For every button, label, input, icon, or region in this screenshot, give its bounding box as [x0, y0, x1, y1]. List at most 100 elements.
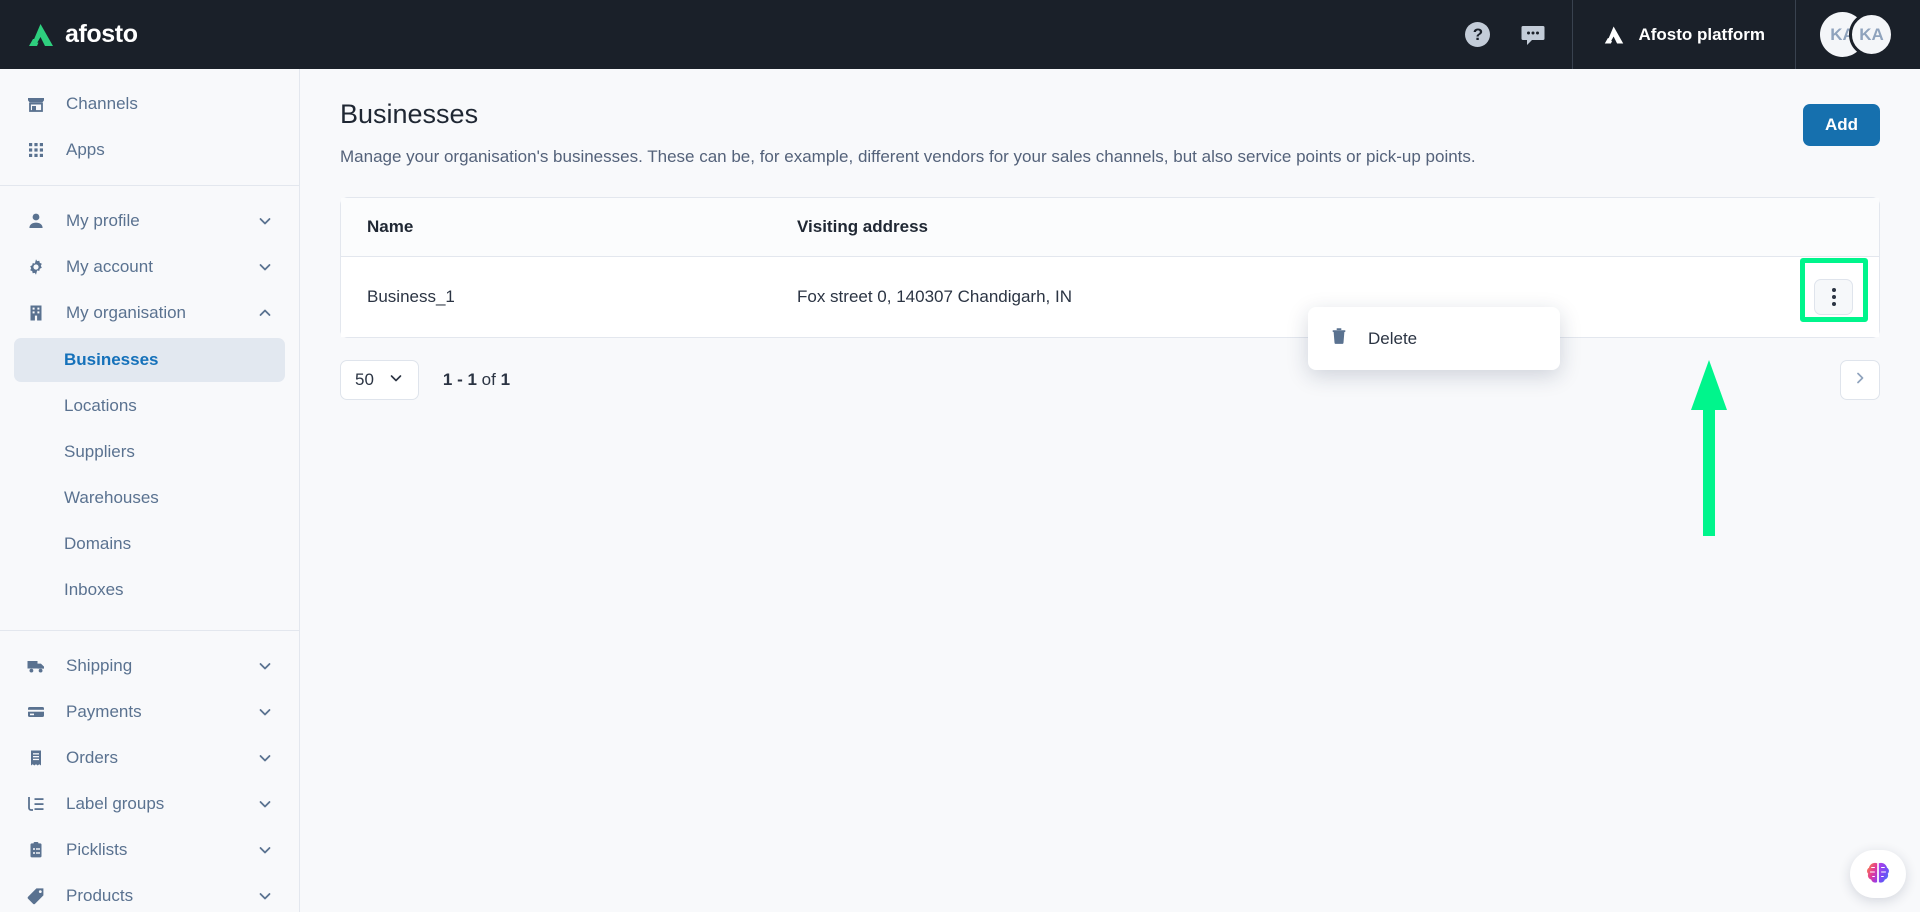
sidebar-item-picklists[interactable]: Picklists [14, 827, 285, 873]
column-header-address: Visiting address [771, 198, 1759, 257]
brain-ai-assistant-icon [1867, 862, 1889, 883]
pagination-range-total: 1 [500, 370, 511, 389]
sidebar-item-apps[interactable]: Apps [14, 127, 285, 173]
help-button[interactable]: ? [1465, 22, 1491, 47]
ai-assistant-button[interactable] [1850, 850, 1906, 898]
page-header: Businesses Manage your organisation's bu… [340, 99, 1880, 167]
sidebar-item-my-organisation[interactable]: My organisation [14, 290, 285, 336]
sidebar-group-account: My profile My account My organisation Bu… [0, 185, 299, 630]
pagination-next-button[interactable] [1840, 360, 1880, 400]
sidebar-item-label: My organisation [66, 303, 187, 322]
column-header-actions [1759, 198, 1879, 257]
avatar-secondary[interactable]: KA [1849, 12, 1894, 57]
sidebar-item-locations[interactable]: Locations [14, 384, 285, 428]
page-description: Manage your organisation's businesses. T… [340, 147, 1476, 166]
main-content: Businesses Manage your organisation's bu… [300, 69, 1920, 912]
sidebar-item-shipping[interactable]: Shipping [14, 643, 285, 689]
table-header-row: Name Visiting address [341, 198, 1879, 257]
page-title: Businesses [340, 99, 479, 129]
page-size-value: 50 [355, 370, 374, 389]
sidebar-item-products[interactable]: Products [14, 873, 285, 912]
sidebar: Channels Apps My profile My account My o… [0, 69, 300, 912]
chevron-down-icon [257, 704, 273, 720]
sidebar-item-label: My profile [66, 211, 140, 230]
kebab-dot [1831, 295, 1836, 299]
sidebar-item-label: Shipping [66, 656, 133, 675]
chevron-down-icon [388, 370, 404, 391]
page-size-select[interactable]: 50 [340, 360, 419, 400]
sidebar-item-suppliers[interactable]: Suppliers [14, 430, 285, 474]
businesses-table: Name Visiting address Business_1 Fox str… [341, 198, 1879, 337]
chevron-right-icon [1852, 370, 1868, 391]
table-head: Name Visiting address [341, 198, 1879, 257]
pagination-range: 1 - 1 of 1 [443, 370, 510, 390]
sidebar-item-label: Label groups [66, 794, 165, 813]
add-button[interactable]: Add [1802, 104, 1880, 146]
gear-icon [26, 257, 52, 277]
businesses-table-card: Name Visiting address Business_1 Fox str… [340, 197, 1880, 338]
sidebar-item-payments[interactable]: Payments [14, 689, 285, 735]
sidebar-item-businesses[interactable]: Businesses [14, 338, 285, 382]
top-bar: afosto ? Afosto platform KA KA [0, 0, 1920, 69]
column-header-name: Name [341, 198, 771, 257]
pagination-range-prefix: 1 - 1 [442, 370, 477, 389]
receipt-icon [26, 748, 52, 768]
avatar-group[interactable]: KA KA [1796, 12, 1920, 57]
sidebar-item-label: Apps [66, 140, 105, 159]
sidebar-subitem-label: Businesses [64, 350, 159, 369]
building-icon [26, 303, 52, 323]
chevron-down-icon [257, 658, 273, 674]
sidebar-subitem-label: Warehouses [64, 488, 159, 507]
row-actions-dropdown: Delete [1308, 307, 1560, 370]
sidebar-item-label: My account [66, 257, 153, 276]
kebab-dot [1831, 302, 1836, 306]
table-row[interactable]: Business_1 Fox street 0, 140307 Chandiga… [341, 256, 1879, 337]
platform-label: Afosto platform [1638, 24, 1765, 44]
pagination-bar: 50 1 - 1 of 1 [340, 360, 1880, 400]
menu-item-delete[interactable]: Delete [1308, 315, 1560, 362]
sidebar-item-my-account[interactable]: My account [14, 244, 285, 290]
sidebar-item-label: Products [66, 886, 134, 905]
sidebar-item-domains[interactable]: Domains [14, 522, 285, 566]
clipboard-icon [26, 840, 52, 860]
sidebar-item-inboxes[interactable]: Inboxes [14, 568, 285, 612]
help-circle-icon: ? [1465, 22, 1491, 47]
row-actions-kebab-menu-icon[interactable] [1814, 279, 1853, 315]
sidebar-subnav-my-organisation: Businesses Locations Suppliers Warehouse… [0, 338, 299, 618]
sidebar-item-my-profile[interactable]: My profile [14, 198, 285, 244]
sidebar-subitem-label: Locations [64, 396, 137, 415]
truck-icon [26, 656, 52, 676]
sidebar-item-orders[interactable]: Orders [14, 735, 285, 781]
afosto-triangle-icon [1605, 26, 1624, 43]
sidebar-item-label: Orders [66, 748, 118, 767]
table-body: Business_1 Fox street 0, 140307 Chandiga… [341, 256, 1879, 337]
platform-switcher[interactable]: Afosto platform [1572, 0, 1796, 69]
sidebar-group-operations: Shipping Payments Orders Label groups Pi… [0, 630, 299, 912]
chevron-down-icon [257, 213, 273, 229]
kebab-dot [1831, 288, 1836, 292]
sidebar-subitem-label: Inboxes [64, 580, 124, 599]
sidebar-item-label-groups[interactable]: Label groups [14, 781, 285, 827]
chevron-down-icon [257, 888, 273, 904]
sidebar-item-label: Picklists [66, 840, 128, 859]
chat-bubble-icon [1521, 25, 1545, 45]
brand-name: afosto [65, 20, 138, 48]
sidebar-item-warehouses[interactable]: Warehouses [14, 476, 285, 520]
sidebar-item-channels[interactable]: Channels [14, 81, 285, 127]
brand-logo[interactable]: afosto [0, 20, 300, 49]
sidebar-subitem-label: Suppliers [64, 442, 135, 461]
sidebar-group-top: Channels Apps [0, 69, 299, 185]
chat-button[interactable] [1520, 22, 1546, 48]
chevron-up-icon [257, 305, 273, 321]
menu-item-label: Delete [1368, 328, 1418, 348]
person-icon [26, 211, 52, 231]
cell-address: Fox street 0, 140307 Chandigarh, IN [771, 256, 1759, 337]
label-list-icon [26, 794, 52, 814]
credit-card-icon [26, 702, 52, 722]
sidebar-subitem-label: Domains [64, 534, 132, 553]
grid-apps-icon [26, 140, 52, 160]
chevron-down-icon [257, 842, 273, 858]
topbar-icon-group: ? [1465, 22, 1572, 48]
chevron-down-icon [257, 750, 273, 766]
chevron-down-icon [257, 796, 273, 812]
